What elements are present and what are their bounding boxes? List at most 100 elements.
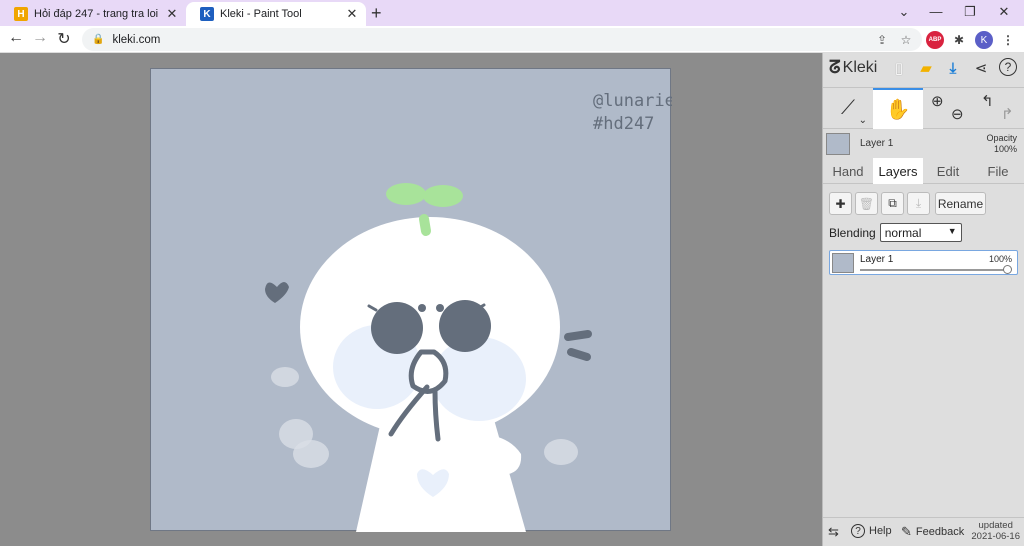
profile-avatar[interactable]: K <box>975 31 993 49</box>
tab-hand[interactable]: Hand <box>823 158 873 184</box>
merge-down-icon: ⤓ <box>915 196 922 210</box>
help-button[interactable]: ? Help <box>851 524 892 538</box>
tab-edit[interactable]: Edit <box>923 158 973 184</box>
panel-footer: ⇆ ? Help ✎ Feedback updated 2021-06-16 <box>823 517 1024 546</box>
close-tab-icon[interactable]: ✕ <box>344 6 360 22</box>
layer-opacity-slider[interactable] <box>860 269 1010 271</box>
layer-list-item[interactable]: Layer 1 100% <box>829 250 1018 275</box>
new-file-icon[interactable]: ▯ <box>889 58 909 78</box>
tab-title: Hỏi đáp 247 - trang tra loi <box>34 8 159 20</box>
panel-tabs: Hand Layers Edit File <box>823 158 1024 184</box>
layer-thumbnail <box>832 253 854 273</box>
updated-info: updated 2021-06-16 <box>971 520 1020 542</box>
minimize-button[interactable]: — <box>926 4 946 19</box>
share-icon[interactable]: ⋖ <box>971 58 991 78</box>
zoom-in-icon[interactable]: ⊕ <box>931 92 944 110</box>
browser-toolbar: ← → ↻ 🔒 kleki.com ⇪ ☆ ABP ✱ K ⋮ <box>0 26 1024 53</box>
zoom-buttons: ⊕ ⊖ <box>923 88 973 129</box>
chevron-down-icon: ▼ <box>947 226 957 236</box>
blending-label: Blending <box>829 225 876 240</box>
tab-layers[interactable]: Layers <box>873 158 923 184</box>
sprout-leaf-right <box>423 185 463 207</box>
signature-line1: @lunarie <box>593 91 672 111</box>
duplicate-layer-button[interactable]: ⧉ <box>881 192 904 215</box>
opacity-readout: Opacity 100% <box>986 133 1017 155</box>
history-buttons: ↰ ↱ <box>973 88 1023 129</box>
layer-name: Layer 1 <box>860 254 894 265</box>
opacity-label: Opacity <box>986 133 1017 143</box>
blending-select[interactable]: normal ▼ <box>879 223 962 242</box>
restore-button[interactable]: ❐ <box>960 4 980 20</box>
character-head <box>300 217 560 437</box>
kleki-side-panel: ᘔ Kleki ▯ ▰ ⤓ ⋖ ? ⟋ ⌄ ✋ ⊕ ⊖ ↰ ↱ Layer 1 … <box>822 53 1024 546</box>
tab-search-chevron-icon[interactable]: ⌄ <box>894 4 914 20</box>
current-layer-name: Layer 1 <box>860 138 894 149</box>
hd247-favicon-icon: H <box>14 7 28 21</box>
merge-down-button[interactable]: ⤓ <box>907 192 930 215</box>
sprout-leaf-left <box>386 183 426 205</box>
tab-hoidap247[interactable]: H Hỏi đáp 247 - trang tra loi ✕ <box>0 2 186 26</box>
add-layer-button[interactable]: ✚ <box>829 192 852 215</box>
updated-date: 2021-06-16 <box>971 531 1020 542</box>
feedback-button[interactable]: ✎ Feedback <box>901 524 964 540</box>
trash-icon: 🗑 <box>858 196 875 211</box>
close-window-button[interactable]: ✕ <box>994 4 1014 20</box>
bookmark-star-icon[interactable]: ☆ <box>897 31 915 49</box>
redo-icon[interactable]: ↱ <box>1001 105 1014 123</box>
browser-tab-strip: H Hỏi đáp 247 - trang tra loi ✕ K Kleki … <box>0 0 1024 26</box>
canvas-workspace[interactable]: @lunarie #hd247 <box>0 53 822 546</box>
app-name: Kleki <box>842 58 878 76</box>
duplicate-icon: ⧉ <box>888 196 897 210</box>
glasses-right <box>439 300 491 352</box>
layer-thumbnail <box>826 133 850 155</box>
tool-row: ⟋ ⌄ ✋ ⊕ ⊖ ↰ ↱ <box>823 87 1024 129</box>
help-label: Help <box>869 525 892 537</box>
rename-button[interactable]: Rename <box>935 192 986 215</box>
address-bar[interactable]: 🔒 kleki.com <box>82 28 922 51</box>
share-icon[interactable]: ⇪ <box>873 31 891 49</box>
tab-title: Kleki - Paint Tool <box>220 8 302 20</box>
updated-label: updated <box>978 520 1013 531</box>
glasses-left <box>371 302 423 354</box>
drawing-canvas[interactable]: @lunarie #hd247 <box>150 68 675 532</box>
feedback-label: Feedback <box>915 526 965 538</box>
url-text: kleki.com <box>112 33 161 46</box>
adblock-icon[interactable]: ABP <box>926 31 944 49</box>
swap-arrows-icon: ⇆ <box>828 524 839 539</box>
kleki-favicon-icon: K <box>200 7 214 21</box>
kleki-logo-icon: ᘔ <box>829 57 841 77</box>
tab-kleki[interactable]: K Kleki - Paint Tool ✕ <box>186 2 366 26</box>
kleki-logo: ᘔ Kleki <box>829 57 877 78</box>
zoom-out-icon[interactable]: ⊖ <box>951 105 964 123</box>
hand-tool-button[interactable]: ✋ <box>873 88 923 129</box>
delete-layer-button[interactable]: 🗑 <box>855 192 878 215</box>
new-tab-button[interactable]: + <box>371 3 382 24</box>
artwork: @lunarie #hd247 <box>265 91 675 532</box>
menu-kebab-icon[interactable]: ⋮ <box>999 31 1017 49</box>
reload-button[interactable]: ↻ <box>54 29 74 49</box>
current-layer-info: Layer 1 Opacity 100% <box>823 130 1024 158</box>
back-button[interactable]: ← <box>6 29 26 47</box>
help-icon: ? <box>851 524 865 538</box>
open-folder-icon[interactable]: ▰ <box>916 58 936 78</box>
extensions-puzzle-icon[interactable]: ✱ <box>950 31 968 49</box>
chevron-down-icon: ⌄ <box>858 115 867 126</box>
tab-file[interactable]: File <box>973 158 1023 184</box>
download-icon[interactable]: ⤓ <box>943 58 963 78</box>
blending-value: normal <box>884 225 922 240</box>
brush-tool-button[interactable]: ⟋ ⌄ <box>823 88 873 129</box>
brush-icon: ⟋ <box>841 97 855 119</box>
forward-button[interactable]: → <box>30 29 50 47</box>
plus-icon: ✚ <box>835 196 846 211</box>
swap-side-button[interactable]: ⇆ <box>828 524 843 540</box>
side-heart <box>265 282 289 303</box>
help-icon[interactable]: ? <box>999 58 1017 76</box>
signature-line2: #hd247 <box>593 114 654 134</box>
undo-icon[interactable]: ↰ <box>981 92 994 110</box>
close-tab-icon[interactable]: ✕ <box>164 6 180 22</box>
hand-icon: ✋ <box>885 99 911 121</box>
feedback-pen-icon: ✎ <box>901 524 912 539</box>
opacity-value: 100% <box>993 144 1017 154</box>
emotion-lines <box>564 330 592 361</box>
layer-opacity-slider-knob[interactable] <box>1003 265 1012 274</box>
